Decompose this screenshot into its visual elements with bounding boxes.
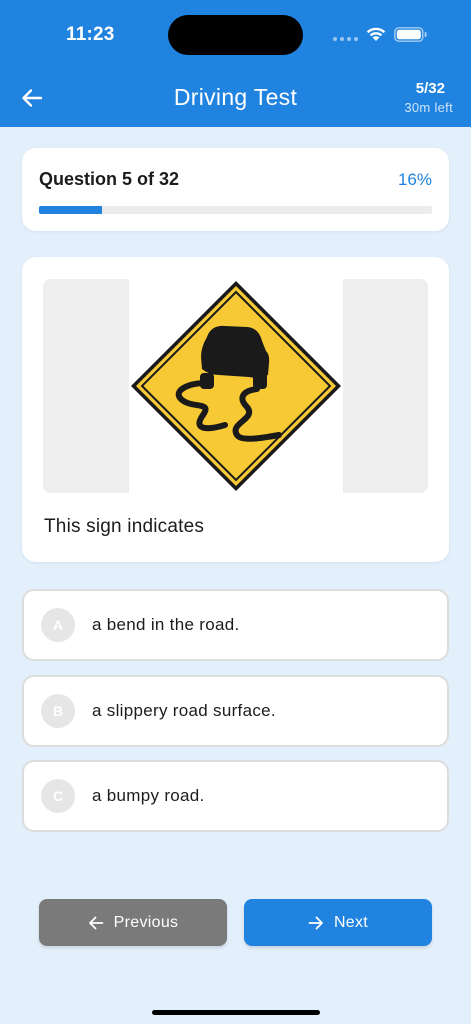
- arrow-left-icon: [88, 916, 104, 929]
- home-indicator: [152, 1010, 320, 1015]
- option-text: a bend in the road.: [92, 615, 240, 634]
- status-time: 11:23: [66, 24, 115, 45]
- page-title: Driving Test: [173, 84, 298, 110]
- question-text: This sign indicates: [44, 516, 205, 537]
- option-letter-badge: A: [41, 608, 75, 642]
- question-image: [43, 279, 428, 493]
- arrow-right-icon: [308, 916, 323, 929]
- battery-icon: [394, 27, 427, 42]
- answer-option-a[interactable]: A a bend in the road.: [22, 589, 449, 661]
- cellular-icon: [333, 37, 358, 41]
- wifi-icon: [366, 27, 386, 41]
- slippery-road-sign-icon: [131, 281, 341, 491]
- question-counter: 5/32: [415, 80, 445, 97]
- next-button[interactable]: Next: [244, 899, 432, 946]
- time-remaining: 30m left: [404, 100, 453, 115]
- progress-percent: 16%: [397, 170, 432, 189]
- option-letter-badge: B: [41, 694, 75, 728]
- progress-bar: [39, 206, 432, 214]
- dynamic-island: [168, 15, 303, 55]
- answer-option-b[interactable]: B a slippery road surface.: [22, 675, 449, 747]
- previous-button-label: Previous: [113, 913, 179, 931]
- app-bar: 11:23 Driving Test 5/32 30m left: [0, 0, 471, 127]
- question-card: This sign indicates: [22, 257, 449, 562]
- next-button-label: Next: [333, 913, 369, 931]
- progress-bar-fill: [39, 206, 102, 214]
- option-text: a slippery road surface.: [92, 701, 276, 720]
- option-letter-badge: C: [41, 779, 75, 813]
- question-number-label: Question 5 of 32: [39, 169, 180, 189]
- progress-card: Question 5 of 32 16%: [22, 148, 449, 231]
- answer-option-c[interactable]: C a bumpy road.: [22, 760, 449, 832]
- previous-button[interactable]: Previous: [39, 899, 227, 946]
- option-text: a bumpy road.: [92, 786, 205, 805]
